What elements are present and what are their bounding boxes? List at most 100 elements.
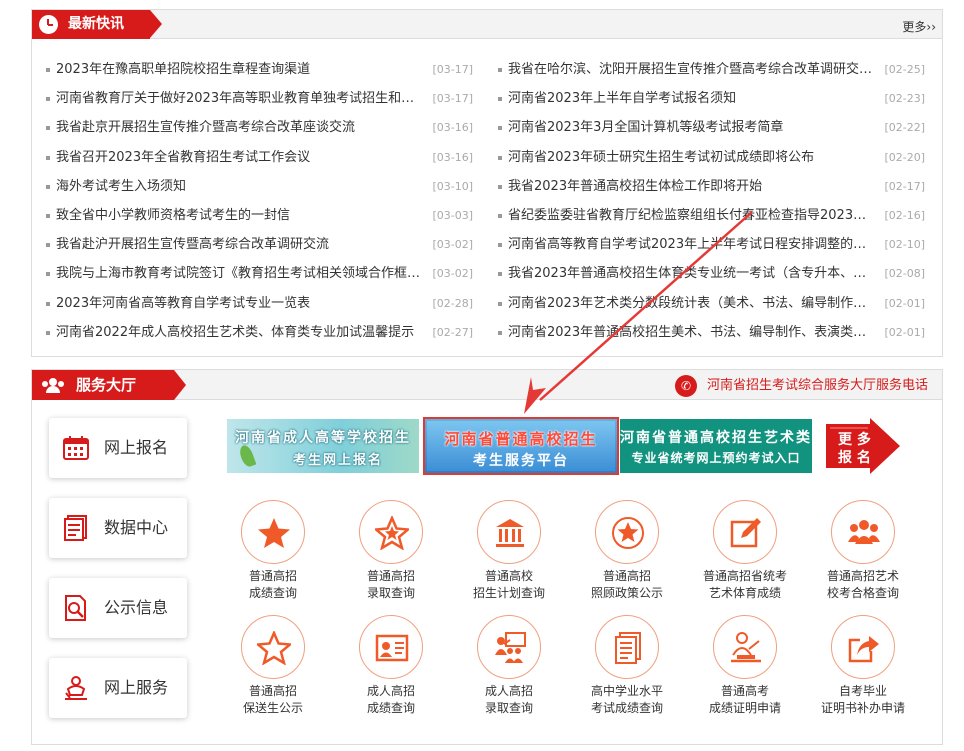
regular-score-query-tile[interactable]: 普通高招成绩查询 xyxy=(223,500,323,612)
public-info-button[interactable]: 公示信息 xyxy=(49,578,187,638)
news-item-title[interactable]: 河南省2023年硕士研究生招生考试初试成绩即将公布 xyxy=(508,143,878,172)
news-item-title[interactable]: 我省2023年普通高校招生体育类专业统一考试（含专升本、… xyxy=(508,259,878,288)
news-item[interactable]: 河南省2023年艺术类分数段统计表（美术、书法、编导制作…[02-01] xyxy=(498,289,925,318)
news-item-title[interactable]: 河南省2023年艺术类分数段统计表（美术、书法、编导制作… xyxy=(508,289,878,318)
recommended-student-publicity-tile[interactable]: 普通高招保送生公示 xyxy=(223,615,323,727)
tile-label: 普通高招 xyxy=(213,683,333,700)
news-item[interactable]: 河南省2023年普通高校招生美术、书法、编导制作、表演类…[02-01] xyxy=(498,318,925,347)
bullet-icon xyxy=(46,185,50,189)
news-item-date: [02-08] xyxy=(884,259,925,288)
news-item[interactable]: 河南省2023年3月全国计算机等级考试报考简章[02-22] xyxy=(498,113,925,142)
online-service-button[interactable]: 网上服务 xyxy=(49,658,187,718)
news-item[interactable]: 河南省2023年上半年自学考试报名须知[02-23] xyxy=(498,84,925,113)
news-item-title[interactable]: 河南省2023年3月全国计算机等级考试报考简章 xyxy=(508,113,878,142)
star-badge-icon xyxy=(611,516,645,550)
tile-label: 普通高考 xyxy=(685,683,805,700)
news-header: 最新快讯 更多›› xyxy=(32,10,942,39)
news-item-title[interactable]: 海外考试考生入场须知 xyxy=(56,172,426,201)
news-item-title[interactable]: 河南省2022年成人高校招生艺术类、体育类专业加试温馨提示 xyxy=(56,318,426,347)
banner-line: 河南省普通高校招生艺术类 xyxy=(620,427,812,447)
news-item[interactable]: 我省赴沪开展招生宣传暨高考综合改革调研交流[03-02] xyxy=(46,230,473,259)
news-item[interactable]: 我省召开2023年全省教育招生考试工作会议[03-16] xyxy=(46,143,473,172)
online-service-label: 网上服务 xyxy=(104,658,168,718)
news-item[interactable]: 我院与上海市教育考试院签订《教育招生考试相关领域合作框…[03-02] xyxy=(46,259,473,288)
news-item[interactable]: 致全省中小学教师资格考试考生的一封信[03-03] xyxy=(46,201,473,230)
regular-admission-query-tile[interactable]: 普通高招录取查询 xyxy=(341,500,441,612)
news-item[interactable]: 河南省教育厅关于做好2023年高等职业教育单独考试招生和…[03-17] xyxy=(46,84,473,113)
news-item-date: [03-17] xyxy=(432,55,473,84)
news-item[interactable]: 我省在哈尔滨、沈阳开展招生宣传推介暨高考综合改革调研交…[02-25] xyxy=(498,55,925,84)
academic-level-score-tile[interactable]: 高中学业水平考试成绩查询 xyxy=(577,615,677,727)
tile-label: 成绩证明申请 xyxy=(685,700,805,717)
online-registration-label: 网上报名 xyxy=(104,418,168,478)
news-item[interactable]: 河南省高等教育自学考试2023年上半年考试日程安排调整的…[02-10] xyxy=(498,230,925,259)
enrollment-plan-query-tile[interactable]: 普通高校招生计划查询 xyxy=(459,500,559,612)
art-exam-booking-banner[interactable]: 河南省普通高校招生艺术类 专业省统考网上预约考试入口 xyxy=(620,419,812,473)
news-item[interactable]: 我省2023年普通高校招生体育类专业统一考试（含专升本、…[02-08] xyxy=(498,259,925,288)
bullet-icon xyxy=(498,97,502,101)
news-item-title[interactable]: 河南省2023年普通高校招生美术、书法、编导制作、表演类… xyxy=(508,318,878,347)
care-policy-publicity-tile[interactable]: 普通高招照顾政策公示 xyxy=(577,500,677,612)
more-registration-button[interactable]: 更 多 报 名 xyxy=(824,418,900,474)
bullet-icon xyxy=(46,331,50,335)
bullet-icon xyxy=(498,243,502,247)
news-item[interactable]: 我省赴京开展招生宣传推介暨高考综合改革座谈交流[03-16] xyxy=(46,113,473,142)
more-link[interactable]: 更多›› xyxy=(902,18,936,35)
hotline[interactable]: ✆ 河南省招生考试综合服务大厅服务电话 xyxy=(675,375,928,397)
news-item-title[interactable]: 我省召开2023年全省教育招生考试工作会议 xyxy=(56,143,426,172)
news-item-title[interactable]: 2023年在豫高职单招院校招生章程查询渠道 xyxy=(56,55,426,84)
news-item-title[interactable]: 省纪委监委驻省教育厅纪检监察组组长付春亚检查指导2023… xyxy=(508,201,878,230)
public-info-label: 公示信息 xyxy=(104,578,168,638)
news-item-title[interactable]: 2023年河南省高等教育自学考试专业一览表 xyxy=(56,289,426,318)
teacher-icon xyxy=(729,631,763,665)
adult-exam-registration-banner[interactable]: 河南省成人高等学校招生 考生网上报名 xyxy=(227,419,419,473)
stack-icon xyxy=(611,631,645,665)
art-school-exam-tile[interactable]: 普通高招艺术校考合格查询 xyxy=(813,500,913,612)
news-item[interactable]: 河南省2022年成人高校招生艺术类、体育类专业加试温馨提示[02-27] xyxy=(46,318,473,347)
news-item-date: [02-16] xyxy=(884,201,925,230)
news-item-title[interactable]: 我省赴沪开展招生宣传暨高考综合改革调研交流 xyxy=(56,230,426,259)
bullet-icon xyxy=(46,68,50,72)
online-registration-button[interactable]: 网上报名 xyxy=(49,418,187,478)
bullet-icon xyxy=(46,302,50,306)
tile-label: 成绩查询 xyxy=(331,700,451,717)
tile-label: 考试成绩查询 xyxy=(567,700,687,717)
news-item[interactable]: 海外考试考生入场须知[03-10] xyxy=(46,172,473,201)
bullet-icon xyxy=(46,243,50,247)
adult-admission-query-tile[interactable]: 成人高招录取查询 xyxy=(459,615,559,727)
news-item-title[interactable]: 河南省2023年上半年自学考试报名须知 xyxy=(508,84,878,113)
tile-label: 普通高校 xyxy=(449,568,569,585)
hotline-text[interactable]: 河南省招生考试综合服务大厅服务电话 xyxy=(707,378,928,393)
tile-label: 普通高招 xyxy=(567,568,687,585)
data-center-button[interactable]: 数据中心 xyxy=(49,498,187,558)
regular-exam-service-platform-banner[interactable]: 河南省普通高校招生 考生服务平台 xyxy=(423,417,619,475)
news-item-title[interactable]: 我省在哈尔滨、沈阳开展招生宣传推介暨高考综合改革调研交… xyxy=(508,55,878,84)
news-item-title[interactable]: 我省赴京开展招生宣传推介暨高考综合改革座谈交流 xyxy=(56,113,426,142)
tile-label: 高中学业水平 xyxy=(567,683,687,700)
news-item-title[interactable]: 致全省中小学教师资格考试考生的一封信 xyxy=(56,201,426,230)
news-item[interactable]: 河南省2023年硕士研究生招生考试初试成绩即将公布[02-20] xyxy=(498,143,925,172)
news-item-date: [02-25] xyxy=(884,55,925,84)
calendar-icon xyxy=(63,435,89,461)
news-item[interactable]: 省纪委监委驻省教育厅纪检监察组组长付春亚检查指导2023…[02-16] xyxy=(498,201,925,230)
service-title-tag: 服务大厅 xyxy=(32,370,174,400)
banner-line: 河南省普通高校招生 xyxy=(427,428,615,449)
news-item-date: [02-10] xyxy=(884,230,925,259)
edit-icon xyxy=(729,516,763,550)
adult-score-query-tile[interactable]: 成人高招成绩查询 xyxy=(341,615,441,727)
news-item-title[interactable]: 我院与上海市教育考试院签订《教育招生考试相关领域合作框… xyxy=(56,259,426,288)
tile-label: 自考毕业 xyxy=(803,683,923,700)
art-sports-score-tile[interactable]: 普通高招省统考艺术体育成绩 xyxy=(695,500,795,612)
news-item[interactable]: 2023年在豫高职单招院校招生章程查询渠道[03-17] xyxy=(46,55,473,84)
news-item-title[interactable]: 河南省教育厅关于做好2023年高等职业教育单独考试招生和… xyxy=(56,84,426,113)
news-item-title[interactable]: 我省2023年普通高校招生体检工作即将开始 xyxy=(508,172,878,201)
news-item[interactable]: 我省2023年普通高校招生体检工作即将开始[02-17] xyxy=(498,172,925,201)
building-icon xyxy=(493,516,527,550)
diploma-reissue-application-tile[interactable]: 自考毕业证明书补办申请 xyxy=(813,615,913,727)
news-item-date: [02-01] xyxy=(884,289,925,318)
score-certificate-application-tile[interactable]: 普通高考成绩证明申请 xyxy=(695,615,795,727)
news-item-title[interactable]: 河南省高等教育自学考试2023年上半年考试日程安排调整的… xyxy=(508,230,878,259)
news-item-date: [03-16] xyxy=(432,113,473,142)
person-service-icon xyxy=(63,675,89,701)
news-item[interactable]: 2023年河南省高等教育自学考试专业一览表[02-28] xyxy=(46,289,473,318)
